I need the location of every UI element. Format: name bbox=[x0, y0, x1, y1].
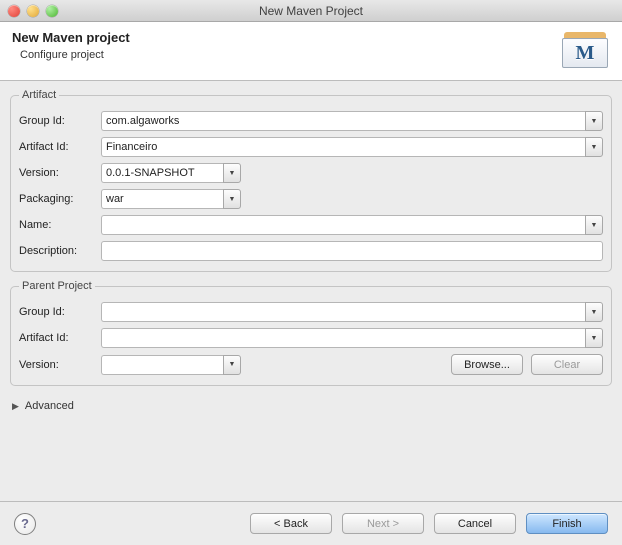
chevron-down-icon: ▼ bbox=[229, 361, 236, 368]
artifact-id-field[interactable]: ▼ bbox=[101, 137, 603, 157]
parent-artifact-id-dropdown-button[interactable]: ▼ bbox=[585, 328, 603, 348]
close-window-button[interactable] bbox=[8, 5, 20, 17]
group-id-input[interactable] bbox=[101, 111, 585, 131]
wizard-footer: ? < Back Next > Cancel Finish bbox=[0, 501, 622, 545]
label-parent-artifact-id: Artifact Id: bbox=[19, 332, 95, 344]
parent-artifact-id-field[interactable]: ▼ bbox=[101, 328, 603, 348]
advanced-expander[interactable]: ▶ Advanced bbox=[10, 394, 612, 418]
wizard-body: Artifact Group Id: ▼ Artifact Id: ▼ Vers… bbox=[0, 81, 622, 418]
group-id-dropdown-button[interactable]: ▼ bbox=[585, 111, 603, 131]
artifact-id-dropdown-button[interactable]: ▼ bbox=[585, 137, 603, 157]
page-subtitle: Configure project bbox=[20, 49, 130, 61]
artifact-id-input[interactable] bbox=[101, 137, 585, 157]
maven-wizard-icon: M bbox=[562, 30, 610, 70]
packaging-field[interactable]: ▼ bbox=[101, 189, 241, 209]
back-button[interactable]: < Back bbox=[250, 513, 332, 534]
disclosure-triangle-icon: ▶ bbox=[12, 401, 19, 412]
chevron-down-icon: ▼ bbox=[591, 335, 598, 342]
chevron-down-icon: ▼ bbox=[591, 309, 598, 316]
wizard-header: New Maven project Configure project M bbox=[0, 22, 622, 81]
label-version: Version: bbox=[19, 167, 95, 179]
cancel-button[interactable]: Cancel bbox=[434, 513, 516, 534]
window-title: New Maven Project bbox=[0, 4, 622, 18]
parent-group-id-input[interactable] bbox=[101, 302, 585, 322]
chevron-down-icon: ▼ bbox=[591, 118, 598, 125]
next-button[interactable]: Next > bbox=[342, 513, 424, 534]
label-parent-version: Version: bbox=[19, 359, 95, 371]
description-input[interactable] bbox=[101, 241, 603, 261]
chevron-down-icon: ▼ bbox=[229, 196, 236, 203]
parent-group-id-dropdown-button[interactable]: ▼ bbox=[585, 302, 603, 322]
artifact-legend: Artifact bbox=[19, 89, 59, 101]
window-controls bbox=[8, 5, 58, 17]
label-packaging: Packaging: bbox=[19, 193, 95, 205]
label-artifact-id: Artifact Id: bbox=[19, 141, 95, 153]
minimize-window-button[interactable] bbox=[27, 5, 39, 17]
version-field[interactable]: ▼ bbox=[101, 163, 241, 183]
parent-legend: Parent Project bbox=[19, 280, 95, 292]
version-input[interactable] bbox=[101, 163, 223, 183]
packaging-dropdown-button[interactable]: ▼ bbox=[223, 189, 241, 209]
page-title: New Maven project bbox=[12, 30, 130, 45]
label-description: Description: bbox=[19, 245, 95, 257]
parent-version-dropdown-button[interactable]: ▼ bbox=[223, 355, 241, 375]
packaging-input[interactable] bbox=[101, 189, 223, 209]
parent-project-group: Parent Project Group Id: ▼ Artifact Id: … bbox=[10, 280, 612, 386]
browse-button[interactable]: Browse... bbox=[451, 354, 523, 375]
name-field[interactable]: ▼ bbox=[101, 215, 603, 235]
group-id-field[interactable]: ▼ bbox=[101, 111, 603, 131]
name-dropdown-button[interactable]: ▼ bbox=[585, 215, 603, 235]
finish-button[interactable]: Finish bbox=[526, 513, 608, 534]
artifact-group: Artifact Group Id: ▼ Artifact Id: ▼ Vers… bbox=[10, 89, 612, 272]
window-titlebar: New Maven Project bbox=[0, 0, 622, 22]
parent-version-field[interactable]: ▼ bbox=[101, 355, 241, 375]
parent-artifact-id-input[interactable] bbox=[101, 328, 585, 348]
name-input[interactable] bbox=[101, 215, 585, 235]
parent-version-input[interactable] bbox=[101, 355, 223, 375]
chevron-down-icon: ▼ bbox=[591, 144, 598, 151]
label-name: Name: bbox=[19, 219, 95, 231]
label-group-id: Group Id: bbox=[19, 115, 95, 127]
label-parent-group-id: Group Id: bbox=[19, 306, 95, 318]
chevron-down-icon: ▼ bbox=[229, 170, 236, 177]
zoom-window-button[interactable] bbox=[46, 5, 58, 17]
advanced-label: Advanced bbox=[25, 400, 74, 412]
chevron-down-icon: ▼ bbox=[591, 222, 598, 229]
clear-button[interactable]: Clear bbox=[531, 354, 603, 375]
version-dropdown-button[interactable]: ▼ bbox=[223, 163, 241, 183]
help-button[interactable]: ? bbox=[14, 513, 36, 535]
parent-group-id-field[interactable]: ▼ bbox=[101, 302, 603, 322]
